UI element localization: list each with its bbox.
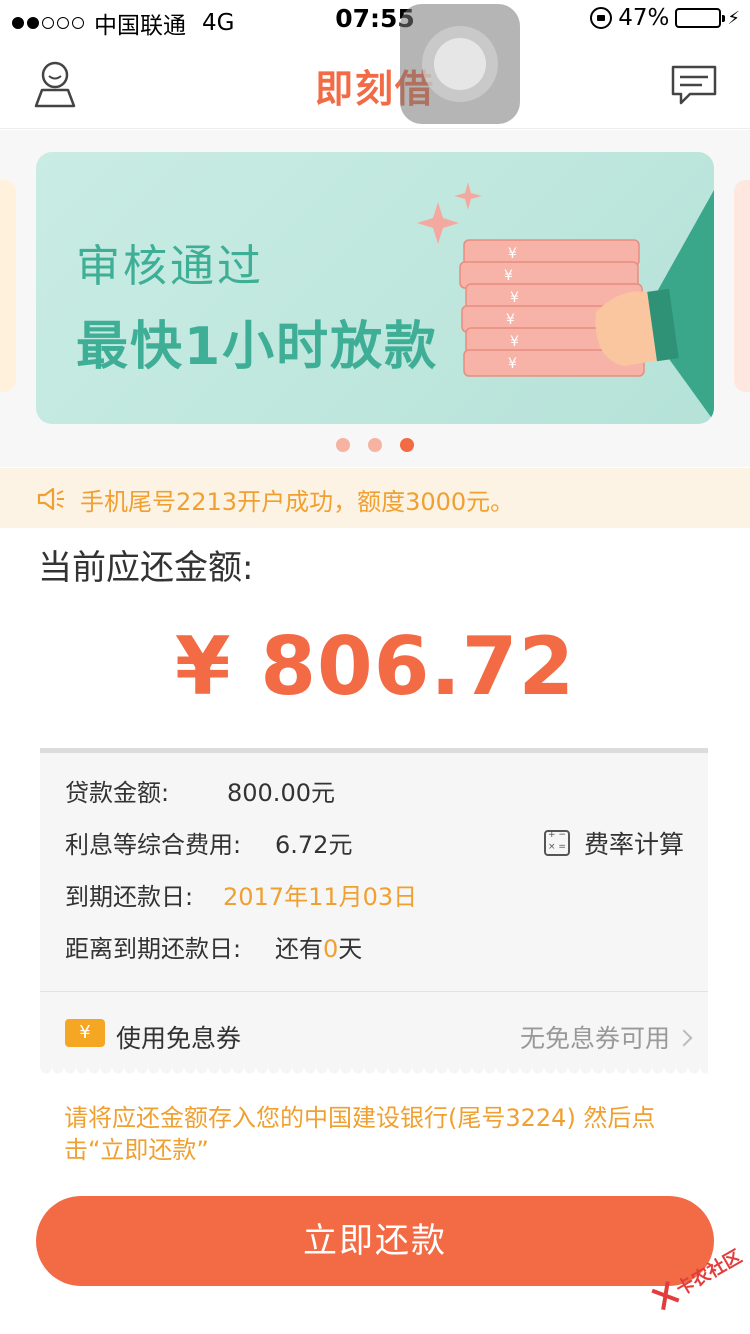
app-title: 即刻借 [314, 67, 435, 111]
due-date-label: 到期还款日: [65, 883, 194, 911]
svg-text:¥: ¥ [508, 356, 517, 372]
promo-banner[interactable]: 审核通过 最快1小时放款 ¥ ¥ ¥ ¥ ¥ ¥ [36, 152, 714, 424]
banner-next-peek [734, 180, 750, 392]
coupon-status: 无免息券可用 [519, 1019, 693, 1055]
carousel-dot[interactable] [368, 438, 382, 452]
charging-icon: ⚡ [727, 7, 740, 29]
fees-row: 利息等综合费用: 6.72元 [65, 825, 352, 860]
assistive-touch-button[interactable] [400, 4, 520, 124]
svg-text:¥: ¥ [508, 246, 517, 262]
status-right: 47% ⚡ [590, 5, 740, 31]
loan-detail-card: 贷款金额: 800.00元 利息等综合费用: 6.72元 费率计算 到期还款日:… [40, 748, 708, 1076]
banner-subheadline: 最快1小时放款 [76, 317, 439, 377]
calculator-icon [543, 830, 570, 856]
svg-text:¥: ¥ [504, 268, 513, 284]
announcement-text: 手机尾号2213开户成功，额度3000元。 [80, 488, 515, 516]
loan-amount-row: 贷款金额: 800.00元 [65, 773, 335, 808]
speaker-icon [37, 487, 64, 511]
banner-headline: 审核通过 [76, 241, 264, 292]
svg-text:¥: ¥ [506, 312, 515, 328]
repay-now-button[interactable]: 立即还款 [36, 1196, 714, 1286]
coupon-icon: ¥ [65, 1019, 105, 1047]
status-bar: 中国联通 4G 07:55 47% ⚡ [0, 0, 750, 40]
days-left-number: 0 [323, 935, 339, 963]
banner-prev-peek [0, 180, 16, 392]
carousel-indicators [0, 438, 750, 452]
coupon-status-text: 无免息券可用 [519, 1024, 670, 1053]
banner-carousel[interactable]: 审核通过 最快1小时放款 ¥ ¥ ¥ ¥ ¥ ¥ [0, 130, 750, 467]
amount-due-label: 当前应还金额: [38, 548, 254, 588]
repayment-instruction: 请将应还金额存入您的中国建设银行(尾号3224) 然后点击“立即还款” [64, 1104, 656, 1164]
loan-amount-value: 800.00元 [227, 779, 335, 807]
days-left-row: 距离到期还款日: 还有0天 [65, 929, 362, 964]
message-icon [671, 65, 717, 105]
days-left-prefix: 还有 [275, 935, 323, 963]
loan-amount-label: 贷款金额: [65, 779, 170, 807]
days-left-suffix: 天 [338, 935, 363, 963]
days-left-value: 还有0天 [275, 929, 362, 964]
svg-text:¥: ¥ [510, 290, 519, 306]
fees-value: 6.72元 [275, 831, 353, 859]
messages-button[interactable] [670, 64, 718, 106]
battery-icon [675, 8, 726, 28]
amount-due-value: ¥ 806.72 [174, 620, 576, 713]
rate-calculator-link[interactable]: 费率计算 [543, 825, 684, 861]
fees-label: 利息等综合费用: [65, 831, 242, 859]
svg-text:¥: ¥ [510, 334, 519, 350]
carousel-dot[interactable] [336, 438, 350, 452]
battery-percent: 47% [618, 5, 670, 31]
days-left-label: 距离到期还款日: [65, 935, 242, 963]
announcement-bar: 手机尾号2213开户成功，额度3000元。 [0, 468, 750, 528]
chevron-right-icon [675, 1029, 693, 1047]
card-divider [40, 991, 708, 992]
coupon-row[interactable]: ¥ 使用免息券 无免息券可用 [40, 993, 708, 1073]
coupon-label: 使用免息券 [116, 1024, 242, 1053]
due-date-row: 到期还款日: 2017年11月03日 [65, 877, 417, 912]
money-hand-illustration: ¥ ¥ ¥ ¥ ¥ ¥ [417, 182, 714, 422]
app-header: 即刻借 [0, 40, 750, 129]
rotation-lock-icon [590, 7, 613, 29]
due-date-value: 2017年11月03日 [223, 883, 418, 911]
rate-calculator-label: 费率计算 [583, 830, 684, 859]
carousel-dot[interactable] [400, 438, 414, 452]
